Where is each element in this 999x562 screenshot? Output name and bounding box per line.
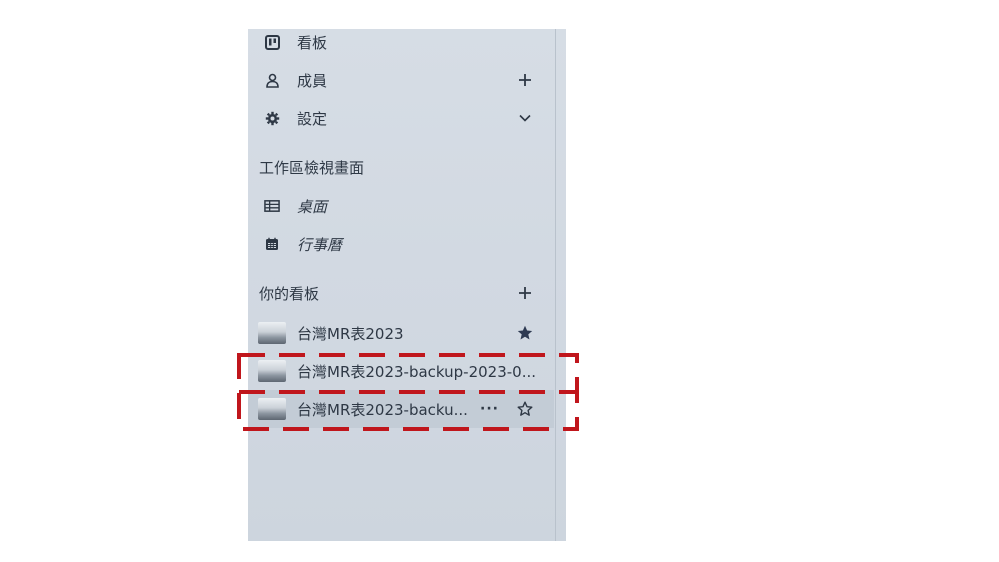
views-section-title: 工作區檢視畫面 [259,159,365,177]
plus-icon[interactable] [516,284,534,302]
more-options-icon[interactable]: ··· [480,401,499,417]
board-item-label: 台灣MR表2023 [297,324,404,343]
board-item-label: 台灣MR表2023-backup-2023-0... [297,362,537,381]
plus-icon[interactable] [516,71,534,89]
sidebar-item-boards[interactable]: 看板 [248,29,554,61]
sidebar-item-label: 桌面 [297,197,328,216]
table-icon [264,198,280,214]
chevron-down-icon[interactable] [516,109,534,127]
board-item[interactable]: 台灣MR表2023 [248,314,554,352]
sidebar-item-label: 成員 [297,71,328,90]
board-item[interactable]: 台灣MR表2023-backu... ··· [248,390,554,428]
board-item[interactable]: 台灣MR表2023-backup-2023-0... [248,352,554,390]
sidebar-item-label: 行事曆 [297,235,343,254]
gear-icon [264,110,280,126]
star-outline-icon[interactable] [516,400,534,418]
boards-section-title: 你的看板 [259,285,320,303]
board-thumbnail [258,360,286,382]
board-thumbnail [258,322,286,344]
sidebar-item-settings[interactable]: 設定 [248,99,554,137]
calendar-icon [264,236,280,252]
sidebar-divider [555,29,556,541]
person-icon [264,72,280,88]
board-thumbnail [258,398,286,420]
sidebar-item-label: 看板 [297,33,328,52]
sidebar-item-label: 設定 [297,109,328,128]
sidebar-item-members[interactable]: 成員 [248,61,554,99]
sidebar-item-table-view[interactable]: 桌面 [248,187,554,225]
sidebar: 看板 成員 設定 工作區檢視畫面 桌面 行事曆 你的看板 台灣MR表2023 台… [248,29,566,541]
star-filled-icon[interactable] [516,324,534,342]
board-item-label: 台灣MR表2023-backu... [297,400,468,419]
sidebar-item-calendar-view[interactable]: 行事曆 [248,225,554,263]
boards-section-header: 你的看板 [248,274,554,312]
board-icon [264,34,280,50]
